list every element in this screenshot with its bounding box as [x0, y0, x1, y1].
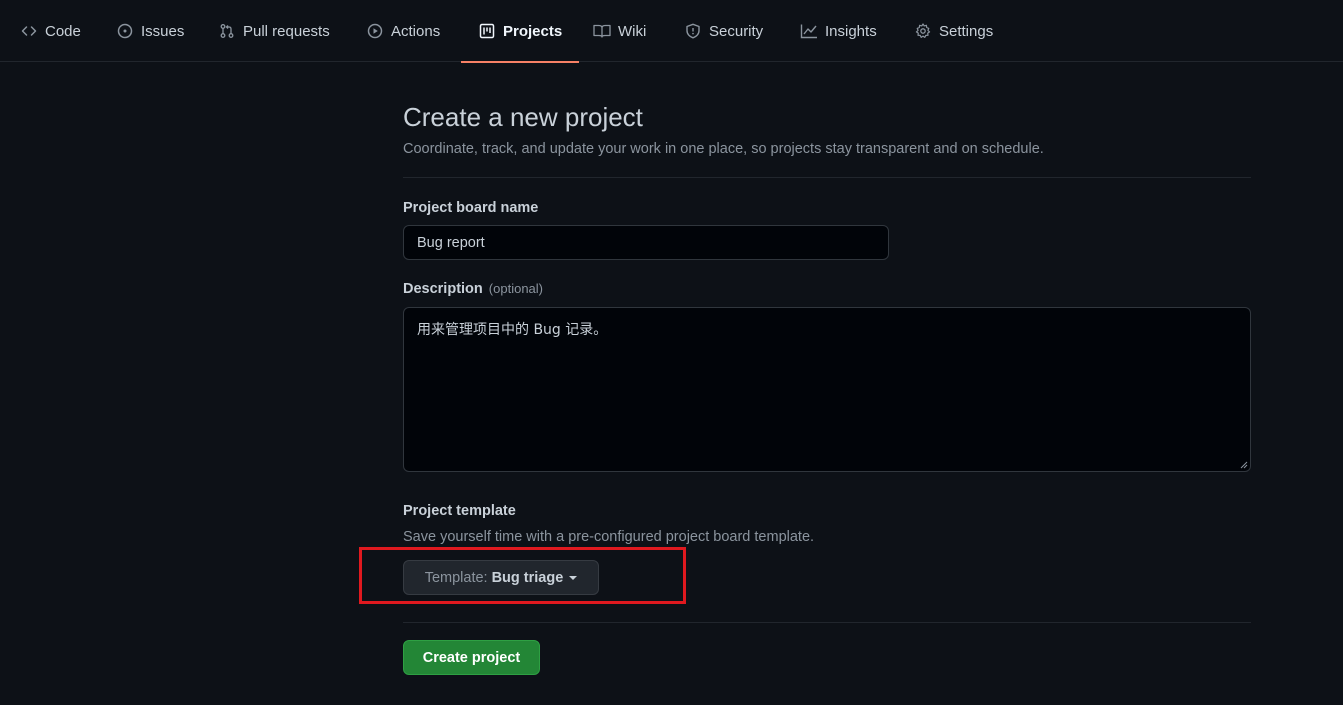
tab-label: Wiki [618, 22, 647, 40]
tab-label: Issues [141, 22, 185, 40]
description-value: 用来管理项目中的 Bug 记录。 [417, 322, 608, 338]
tab-label: Code [45, 22, 81, 40]
tab-label: Projects [503, 22, 563, 40]
tab-label: Actions [391, 22, 441, 40]
description-label: Description (optional) [403, 281, 543, 297]
shield-icon [684, 22, 702, 40]
tab-settings[interactable]: Settings [914, 0, 993, 62]
tab-issues[interactable]: Issues [116, 0, 184, 62]
tab-label: Security [709, 22, 764, 40]
tab-label: Pull requests [243, 22, 330, 40]
repo-nav: Code Issues Pull requests Actions Projec… [0, 0, 1343, 63]
divider [403, 622, 1251, 623]
gear-icon [914, 22, 932, 40]
description-textarea[interactable]: 用来管理项目中的 Bug 记录。 [403, 307, 1251, 472]
git-pull-request-icon [218, 22, 236, 40]
project-icon [478, 22, 496, 40]
project-name-value: Bug report [417, 234, 485, 251]
tab-code[interactable]: Code [20, 0, 81, 62]
graph-icon [800, 22, 818, 40]
project-template-label: Project template [403, 503, 516, 519]
book-icon [593, 22, 611, 40]
tab-insights[interactable]: Insights [800, 0, 877, 62]
create-project-button[interactable]: Create project [403, 640, 540, 675]
tab-label: Insights [825, 22, 877, 40]
template-prefix: Template: [424, 569, 488, 586]
page-title: Create a new project [403, 102, 643, 132]
project-name-label: Project board name [403, 200, 539, 216]
issue-opened-icon [116, 22, 134, 40]
tab-pull-requests[interactable]: Pull requests [218, 0, 330, 62]
template-hint: Save yourself time with a pre-configured… [403, 529, 815, 545]
tab-label: Settings [939, 22, 994, 40]
template-selected-value: Bug triage [491, 569, 564, 586]
caret-down-icon [569, 575, 578, 580]
divider [403, 177, 1251, 178]
tab-projects[interactable]: Projects [460, 0, 580, 63]
project-name-input[interactable]: Bug report [403, 225, 889, 260]
code-icon [20, 22, 38, 40]
tab-actions[interactable]: Actions [366, 0, 440, 62]
play-icon [366, 22, 384, 40]
tab-wiki[interactable]: Wiki [593, 0, 646, 62]
resize-handle-icon[interactable] [1240, 461, 1248, 469]
optional-tag: (optional) [488, 281, 543, 296]
tab-security[interactable]: Security [684, 0, 763, 62]
page-subtitle: Coordinate, track, and update your work … [403, 141, 1044, 157]
template-dropdown-button[interactable]: Template: Bug triage [403, 560, 599, 595]
